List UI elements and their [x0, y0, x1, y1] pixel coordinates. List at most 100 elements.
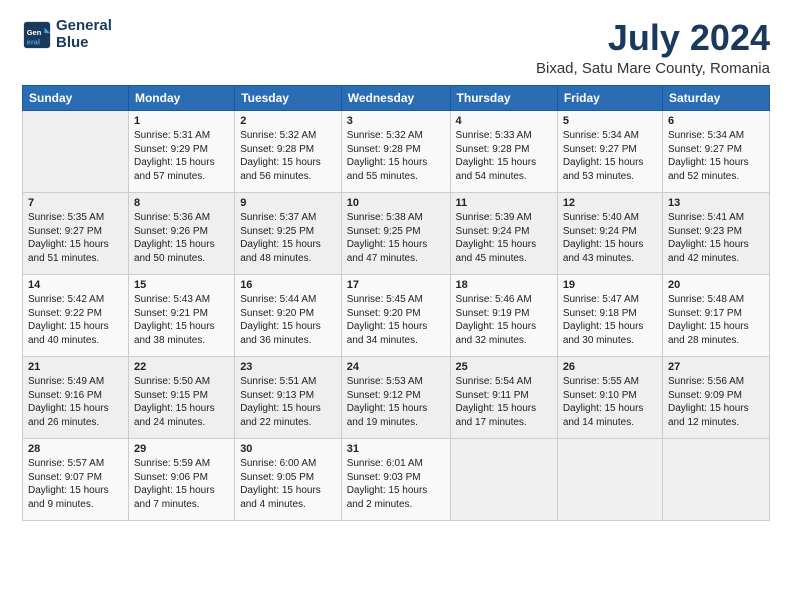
- cell-content: Daylight: 15 hours: [456, 402, 552, 416]
- column-header-thursday: Thursday: [450, 85, 557, 110]
- calendar-subtitle: Bixad, Satu Mare County, Romania: [536, 60, 770, 77]
- calendar-cell: 19Sunrise: 5:47 AMSunset: 9:18 PMDayligh…: [557, 274, 662, 356]
- cell-content: Sunrise: 5:32 AM: [240, 129, 336, 143]
- cell-content: Sunset: 9:20 PM: [347, 307, 445, 321]
- calendar-cell: 24Sunrise: 5:53 AMSunset: 9:12 PMDayligh…: [341, 356, 450, 438]
- calendar-cell: 30Sunrise: 6:00 AMSunset: 9:05 PMDayligh…: [235, 438, 342, 520]
- day-number: 23: [240, 360, 336, 375]
- cell-content: Sunset: 9:27 PM: [668, 143, 764, 157]
- day-number: 25: [456, 360, 552, 375]
- cell-content: Sunrise: 5:44 AM: [240, 293, 336, 307]
- cell-content: Sunrise: 5:41 AM: [668, 211, 764, 225]
- cell-content: Sunset: 9:19 PM: [456, 307, 552, 321]
- column-header-tuesday: Tuesday: [235, 85, 342, 110]
- cell-content: Sunrise: 5:43 AM: [134, 293, 229, 307]
- day-number: 18: [456, 278, 552, 293]
- day-number: 16: [240, 278, 336, 293]
- cell-content: and 38 minutes.: [134, 334, 229, 348]
- cell-content: Daylight: 15 hours: [240, 238, 336, 252]
- cell-content: Daylight: 15 hours: [456, 156, 552, 170]
- week-row-5: 28Sunrise: 5:57 AMSunset: 9:07 PMDayligh…: [23, 438, 770, 520]
- cell-content: Sunrise: 5:40 AM: [563, 211, 657, 225]
- cell-content: Daylight: 15 hours: [347, 484, 445, 498]
- calendar-cell: 22Sunrise: 5:50 AMSunset: 9:15 PMDayligh…: [128, 356, 234, 438]
- cell-content: Sunset: 9:28 PM: [240, 143, 336, 157]
- cell-content: and 12 minutes.: [668, 416, 764, 430]
- calendar-cell: 9Sunrise: 5:37 AMSunset: 9:25 PMDaylight…: [235, 192, 342, 274]
- cell-content: and 50 minutes.: [134, 252, 229, 266]
- cell-content: Sunrise: 5:32 AM: [347, 129, 445, 143]
- cell-content: and 4 minutes.: [240, 498, 336, 512]
- cell-content: and 30 minutes.: [563, 334, 657, 348]
- cell-content: and 51 minutes.: [28, 252, 123, 266]
- day-number: 29: [134, 442, 229, 457]
- cell-content: Sunset: 9:16 PM: [28, 389, 123, 403]
- calendar-cell: [557, 438, 662, 520]
- cell-content: Sunset: 9:11 PM: [456, 389, 552, 403]
- cell-content: Daylight: 15 hours: [134, 156, 229, 170]
- week-row-2: 7Sunrise: 5:35 AMSunset: 9:27 PMDaylight…: [23, 192, 770, 274]
- cell-content: Sunrise: 6:01 AM: [347, 457, 445, 471]
- cell-content: Daylight: 15 hours: [563, 238, 657, 252]
- cell-content: and 43 minutes.: [563, 252, 657, 266]
- cell-content: Sunrise: 5:50 AM: [134, 375, 229, 389]
- cell-content: Daylight: 15 hours: [134, 320, 229, 334]
- cell-content: Sunset: 9:15 PM: [134, 389, 229, 403]
- cell-content: and 53 minutes.: [563, 170, 657, 184]
- cell-content: Sunrise: 5:49 AM: [28, 375, 123, 389]
- calendar-cell: 20Sunrise: 5:48 AMSunset: 9:17 PMDayligh…: [662, 274, 769, 356]
- cell-content: Sunrise: 5:37 AM: [240, 211, 336, 225]
- cell-content: and 48 minutes.: [240, 252, 336, 266]
- cell-content: Sunset: 9:28 PM: [347, 143, 445, 157]
- calendar-cell: 26Sunrise: 5:55 AMSunset: 9:10 PMDayligh…: [557, 356, 662, 438]
- header-row: SundayMondayTuesdayWednesdayThursdayFrid…: [23, 85, 770, 110]
- cell-content: Daylight: 15 hours: [28, 484, 123, 498]
- day-number: 30: [240, 442, 336, 457]
- cell-content: Daylight: 15 hours: [668, 156, 764, 170]
- calendar-cell: 8Sunrise: 5:36 AMSunset: 9:26 PMDaylight…: [128, 192, 234, 274]
- cell-content: Daylight: 15 hours: [456, 238, 552, 252]
- cell-content: and 47 minutes.: [347, 252, 445, 266]
- calendar-cell: 17Sunrise: 5:45 AMSunset: 9:20 PMDayligh…: [341, 274, 450, 356]
- cell-content: and 14 minutes.: [563, 416, 657, 430]
- cell-content: Sunset: 9:23 PM: [668, 225, 764, 239]
- calendar-title: July 2024: [536, 18, 770, 58]
- cell-content: Daylight: 15 hours: [134, 238, 229, 252]
- day-number: 19: [563, 278, 657, 293]
- cell-content: Daylight: 15 hours: [668, 320, 764, 334]
- cell-content: Daylight: 15 hours: [563, 156, 657, 170]
- calendar-cell: 31Sunrise: 6:01 AMSunset: 9:03 PMDayligh…: [341, 438, 450, 520]
- day-number: 24: [347, 360, 445, 375]
- column-header-monday: Monday: [128, 85, 234, 110]
- day-number: 4: [456, 114, 552, 129]
- cell-content: and 57 minutes.: [134, 170, 229, 184]
- day-number: 15: [134, 278, 229, 293]
- day-number: 20: [668, 278, 764, 293]
- cell-content: and 34 minutes.: [347, 334, 445, 348]
- cell-content: Daylight: 15 hours: [134, 402, 229, 416]
- cell-content: Sunset: 9:29 PM: [134, 143, 229, 157]
- cell-content: Sunrise: 5:38 AM: [347, 211, 445, 225]
- cell-content: Sunrise: 5:53 AM: [347, 375, 445, 389]
- logo-icon: Gen eral: [22, 20, 52, 50]
- cell-content: and 28 minutes.: [668, 334, 764, 348]
- logo: Gen eral General Blue: [22, 18, 112, 51]
- calendar-cell: 12Sunrise: 5:40 AMSunset: 9:24 PMDayligh…: [557, 192, 662, 274]
- calendar-cell: 13Sunrise: 5:41 AMSunset: 9:23 PMDayligh…: [662, 192, 769, 274]
- cell-content: Daylight: 15 hours: [347, 402, 445, 416]
- cell-content: Daylight: 15 hours: [28, 320, 123, 334]
- cell-content: and 19 minutes.: [347, 416, 445, 430]
- cell-content: and 7 minutes.: [134, 498, 229, 512]
- cell-content: Sunrise: 5:56 AM: [668, 375, 764, 389]
- calendar-cell: 2Sunrise: 5:32 AMSunset: 9:28 PMDaylight…: [235, 110, 342, 192]
- cell-content: Sunset: 9:27 PM: [28, 225, 123, 239]
- cell-content: Sunrise: 5:45 AM: [347, 293, 445, 307]
- calendar-cell: 3Sunrise: 5:32 AMSunset: 9:28 PMDaylight…: [341, 110, 450, 192]
- cell-content: Sunset: 9:05 PM: [240, 471, 336, 485]
- calendar-cell: 25Sunrise: 5:54 AMSunset: 9:11 PMDayligh…: [450, 356, 557, 438]
- cell-content: Sunset: 9:10 PM: [563, 389, 657, 403]
- cell-content: Daylight: 15 hours: [28, 238, 123, 252]
- cell-content: Sunrise: 5:47 AM: [563, 293, 657, 307]
- cell-content: Sunrise: 5:33 AM: [456, 129, 552, 143]
- calendar-cell: 28Sunrise: 5:57 AMSunset: 9:07 PMDayligh…: [23, 438, 129, 520]
